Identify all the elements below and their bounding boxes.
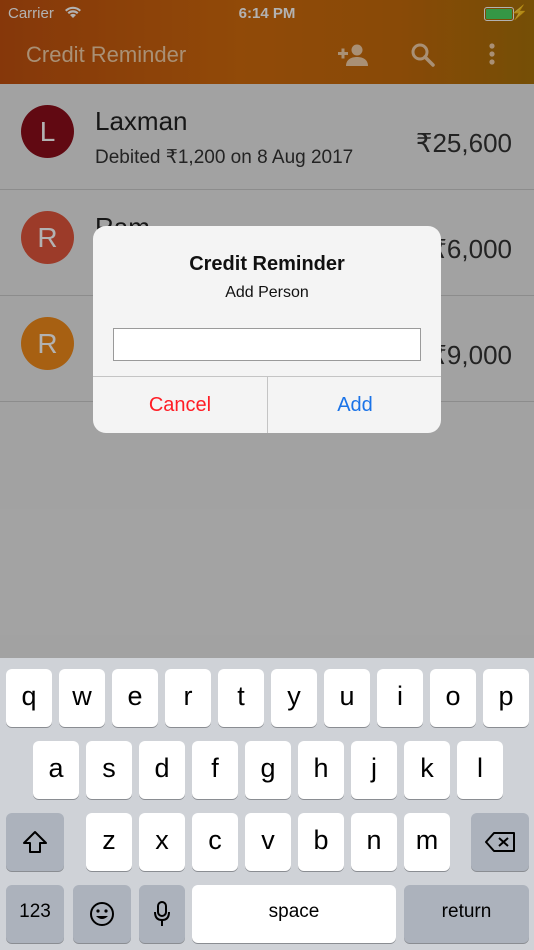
return-key[interactable]: return	[404, 885, 529, 943]
key-t[interactable]: t	[218, 669, 264, 727]
key-w[interactable]: w	[59, 669, 105, 727]
key-q[interactable]: q	[6, 669, 52, 727]
microphone-icon	[154, 901, 170, 926]
microphone-key[interactable]	[139, 885, 185, 943]
key-n[interactable]: n	[351, 813, 397, 871]
dialog-title: Credit Reminder	[189, 253, 345, 275]
key-b[interactable]: b	[298, 813, 344, 871]
key-g[interactable]: g	[245, 741, 291, 799]
key-r[interactable]: r	[165, 669, 211, 727]
key-i[interactable]: i	[377, 669, 423, 727]
numbers-key[interactable]: 123	[6, 885, 64, 943]
key-l[interactable]: l	[457, 741, 503, 799]
key-v[interactable]: v	[245, 813, 291, 871]
key-d[interactable]: d	[139, 741, 185, 799]
key-k[interactable]: k	[404, 741, 450, 799]
key-m[interactable]: m	[404, 813, 450, 871]
key-c[interactable]: c	[192, 813, 238, 871]
key-a[interactable]: a	[33, 741, 79, 799]
key-z[interactable]: z	[86, 813, 132, 871]
emoji-key[interactable]	[73, 885, 131, 943]
keyboard: q w e r t y u i o p a s d f g h j k l z …	[0, 658, 534, 950]
dialog-message: Add Person	[225, 284, 309, 301]
key-f[interactable]: f	[192, 741, 238, 799]
add-person-dialog: Credit Reminder Add Person Cancel Add	[93, 226, 441, 433]
space-key[interactable]: space	[192, 885, 396, 943]
backspace-key[interactable]	[471, 813, 529, 871]
shift-key[interactable]	[6, 813, 64, 871]
cancel-button[interactable]: Cancel	[93, 377, 267, 433]
key-x[interactable]: x	[139, 813, 185, 871]
key-e[interactable]: e	[112, 669, 158, 727]
shift-icon	[23, 831, 47, 853]
key-h[interactable]: h	[298, 741, 344, 799]
emoji-icon	[90, 902, 114, 926]
key-p[interactable]: p	[483, 669, 529, 727]
key-j[interactable]: j	[351, 741, 397, 799]
key-u[interactable]: u	[324, 669, 370, 727]
key-o[interactable]: o	[430, 669, 476, 727]
key-y[interactable]: y	[271, 669, 317, 727]
backspace-icon	[485, 832, 515, 852]
person-name-input[interactable]	[113, 328, 421, 361]
key-s[interactable]: s	[86, 741, 132, 799]
add-button[interactable]: Add	[268, 377, 441, 433]
